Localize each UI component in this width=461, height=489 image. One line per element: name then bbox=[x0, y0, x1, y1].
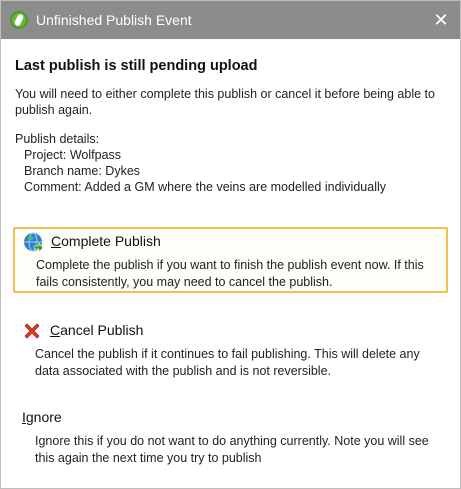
project-detail: Project: Wolfpass bbox=[24, 148, 122, 162]
complete-publish-option[interactable]: Complete Publish Complete the publish if… bbox=[13, 227, 448, 293]
app-icon bbox=[10, 11, 28, 29]
ignore-description: Ignore this if you do not want to do any… bbox=[35, 434, 429, 465]
title-bar: Unfinished Publish Event ✕ bbox=[1, 1, 460, 39]
comment-detail: Comment: Added a GM where the veins are … bbox=[24, 180, 386, 194]
publish-details-label: Publish details: bbox=[15, 132, 100, 146]
dialog-description: You will need to either complete this pu… bbox=[15, 87, 435, 117]
cancel-publish-label: Cancel Publish bbox=[50, 322, 144, 338]
ignore-label: Ignore bbox=[22, 409, 62, 425]
complete-publish-description: Complete the publish if you want to fini… bbox=[36, 258, 424, 289]
branch-detail: Branch name: Dykes bbox=[24, 164, 141, 178]
cancel-publish-option[interactable]: Cancel Publish Cancel the publish if it … bbox=[13, 317, 446, 381]
unfinished-publish-dialog: Unfinished Publish Event ✕ Last publish … bbox=[0, 0, 461, 489]
window-title: Unfinished Publish Event bbox=[36, 12, 192, 28]
complete-publish-label: Complete Publish bbox=[51, 233, 161, 249]
ignore-option[interactable]: Ignore Ignore this if you do not want to… bbox=[13, 404, 446, 468]
close-button[interactable]: ✕ bbox=[422, 1, 460, 39]
globe-icon bbox=[23, 232, 44, 253]
cancel-x-icon bbox=[22, 321, 42, 341]
publish-details: Publish details: Project: Wolfpass Branc… bbox=[15, 131, 445, 195]
cancel-publish-description: Cancel the publish if it continues to fa… bbox=[35, 347, 420, 378]
dialog-heading: Last publish is still pending upload bbox=[15, 58, 258, 74]
